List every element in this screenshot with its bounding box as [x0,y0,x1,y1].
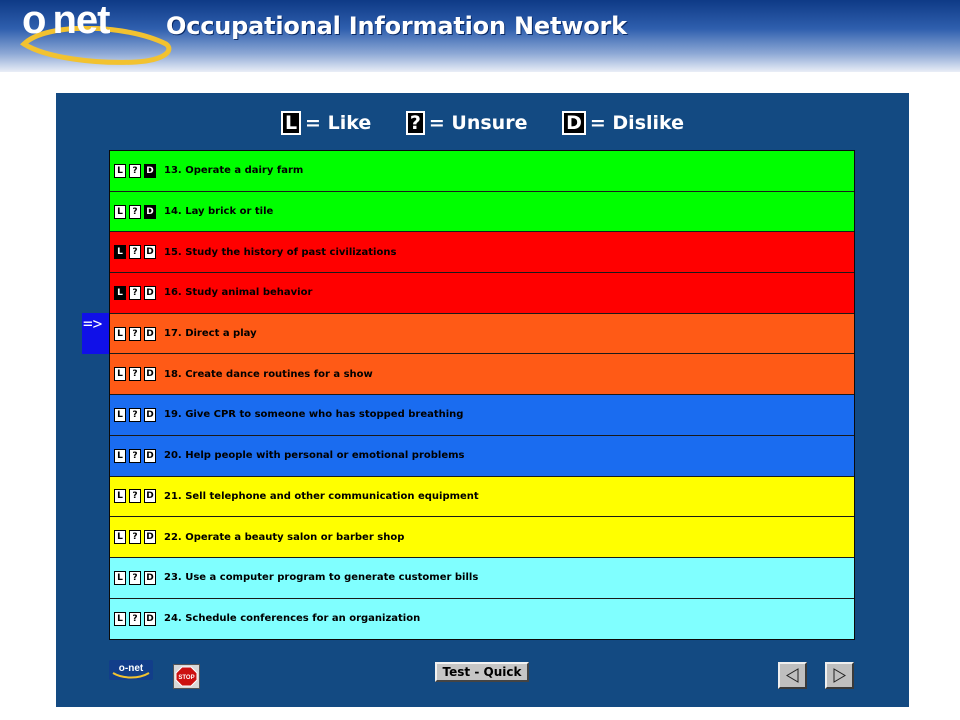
legend-like-text: = Like [305,112,372,134]
legend-unsure-key: ? [405,111,425,135]
mini-logo-swoosh-icon [112,672,150,679]
legend-like-key: L [280,111,302,135]
like-button[interactable]: L [114,245,126,260]
logo-text: o net [22,0,110,42]
like-button[interactable]: L [114,367,126,382]
test-quick-button[interactable]: Test - Quick [435,662,529,682]
legend-dislike: D = Dislike [562,111,684,135]
questionnaire-panel: L = Like ? = Unsure D = Dislike => L? D 13. O… [56,93,909,707]
like-button[interactable]: L [114,407,126,422]
legend-unsure: ? = Unsure [405,111,528,135]
page-title: Occupational Information Network [166,12,627,40]
legend-dislike-key: D [562,111,586,135]
legend-dislike-text: = Dislike [589,112,685,134]
unsure-button[interactable]: ? [129,611,141,626]
list-item-text: 16. Study animal behavior [164,287,313,299]
dislike-button[interactable]: D [144,489,156,504]
dislike-button[interactable]: D [144,285,156,300]
list-item: L? D 23. Use a computer program to generat… [110,557,854,599]
unsure-button[interactable]: ? [129,367,141,382]
dislike-button[interactable]: D [144,407,156,422]
list-item-text: 22. Operate a beauty salon or barber sho… [164,531,405,543]
dislike-button[interactable]: D [144,245,156,260]
list-item-text: 21. Sell telephone and other communicati… [164,490,479,502]
unsure-button[interactable]: ? [129,204,141,219]
dislike-button[interactable]: D [144,326,156,341]
like-button[interactable]: L [114,285,126,300]
like-button[interactable]: L [114,611,126,626]
unsure-button[interactable]: ? [129,570,141,585]
like-button[interactable]: L [114,204,126,219]
unsure-button[interactable]: ? [129,245,141,260]
dislike-button[interactable]: D [144,530,156,545]
dislike-button[interactable]: D [144,367,156,382]
forward-button[interactable] [825,662,854,689]
dislike-button[interactable]: D [144,448,156,463]
legend-like: L = Like [280,111,372,135]
legend: L = Like ? = Unsure D = Dislike [56,111,909,137]
onet-logo: o net [8,0,178,70]
like-button[interactable]: L [114,570,126,585]
list-item-text: 19. Give CPR to someone who has stopped … [164,409,464,421]
unsure-button[interactable]: ? [129,448,141,463]
like-button[interactable]: L [114,326,126,341]
list-item: L? D 20. Help people with personal or emot… [110,435,854,477]
list-item: L? D 13. Operate a dairy farm [110,151,854,192]
back-button[interactable] [778,662,807,689]
unsure-button[interactable]: ? [129,326,141,341]
dislike-button[interactable]: D [144,570,156,585]
like-button[interactable]: L [114,163,126,178]
stop-button[interactable]: STOP [173,664,200,689]
list-item: L? D 24. Schedule conferences for an organ… [110,598,854,640]
header-banner: o net Occupational Information Network [0,0,960,72]
left-arrow-icon [786,668,799,683]
activity-list: L? D 13. Operate a dairy farm L? D 14. Lay br… [109,150,855,641]
list-item-text: 18. Create dance routines for a show [164,368,373,380]
dislike-button[interactable]: D [144,204,156,219]
svg-text:STOP: STOP [178,675,194,681]
unsure-button[interactable]: ? [129,407,141,422]
list-item: L? D 19. Give CPR to someone who has stopp… [110,395,854,436]
stop-sign-icon: STOP [175,666,198,687]
like-button[interactable]: L [114,448,126,463]
list-item: L? D 16. Study animal behavior [110,273,854,314]
dislike-button[interactable]: D [144,163,156,178]
unsure-button[interactable]: ? [129,163,141,178]
mini-onet-logo: o-net [109,660,153,680]
list-item-text: 15. Study the history of past civilizati… [164,246,397,258]
list-item: L? D 17. Direct a play [110,313,854,355]
list-item: L? D 15. Study the history of past civiliz… [110,232,854,274]
like-button[interactable]: L [114,530,126,545]
unsure-button[interactable]: ? [129,489,141,504]
list-item: L? D 14. Lay brick or tile [110,191,854,233]
right-arrow-icon [833,668,846,683]
like-button[interactable]: L [114,489,126,504]
dislike-button[interactable]: D [144,611,156,626]
list-item-text: 23. Use a computer program to generate c… [164,572,479,584]
current-item-marker: => [82,313,109,354]
list-item: L? D 18. Create dance routines for a show [110,354,854,396]
unsure-button[interactable]: ? [129,285,141,300]
list-item: L? D 22. Operate a beauty salon or barber … [110,517,854,558]
list-item-text: 14. Lay brick or tile [164,206,274,218]
list-item: L? D 21. Sell telephone and other communic… [110,476,854,518]
list-item-text: 13. Operate a dairy farm [164,165,304,177]
legend-unsure-text: = Unsure [428,112,528,134]
list-item-text: 24. Schedule conferences for an organiza… [164,613,421,625]
list-item-text: 17. Direct a play [164,328,257,340]
list-item-text: 20. Help people with personal or emotion… [164,450,465,462]
unsure-button[interactable]: ? [129,530,141,545]
